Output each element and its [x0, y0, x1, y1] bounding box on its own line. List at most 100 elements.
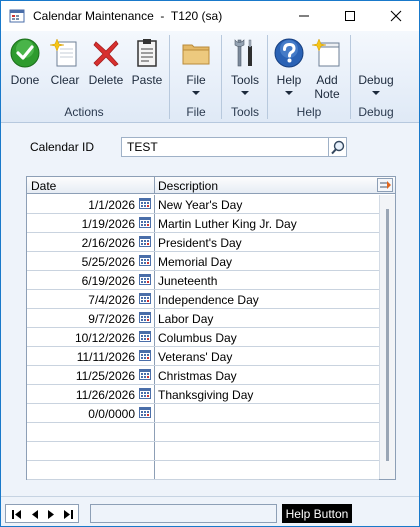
scrollbar-thumb[interactable]	[386, 209, 389, 461]
maximize-button[interactable]	[327, 1, 373, 31]
calendar-picker-icon[interactable]	[139, 198, 151, 209]
date-cell[interactable]	[27, 442, 135, 460]
calendar-picker-icon[interactable]	[139, 407, 151, 418]
table-row[interactable]: 6/19/2026 Juneteenth	[27, 271, 379, 290]
expand-rows-icon[interactable]	[377, 178, 393, 192]
help-menu-button[interactable]: Help	[270, 35, 308, 105]
ribbon-separator	[169, 35, 170, 119]
description-cell[interactable]: Labor Day	[158, 312, 213, 326]
vertical-scrollbar[interactable]	[379, 195, 395, 479]
date-cell[interactable]: 10/12/2026	[27, 328, 135, 346]
minimize-icon	[299, 15, 309, 17]
description-cell[interactable]: Memorial Day	[158, 255, 232, 269]
chevron-down-icon	[241, 91, 249, 95]
delete-label: Delete	[88, 73, 124, 87]
window-title: Calendar Maintenance - T120 (sa)	[33, 9, 223, 23]
column-header-description[interactable]: Description	[158, 179, 218, 193]
table-row[interactable]: 5/25/2026 Memorial Day	[27, 252, 379, 271]
ribbon-separator	[350, 35, 351, 119]
ribbon-separator	[221, 35, 222, 119]
next-record-icon[interactable]	[44, 509, 58, 520]
calendar-picker-icon[interactable]	[139, 236, 151, 247]
chevron-down-icon	[285, 91, 293, 95]
file-menu-button[interactable]: File	[176, 35, 216, 105]
description-cell[interactable]: New Year's Day	[158, 198, 242, 212]
calendar-picker-icon[interactable]	[139, 293, 151, 304]
grid-rows: 1/1/2026 New Year's Day 1/19/2026 Martin Lu…	[27, 195, 379, 480]
table-row[interactable]	[27, 461, 379, 480]
date-cell[interactable]: 9/7/2026	[27, 309, 135, 327]
chevron-down-icon	[372, 91, 380, 95]
date-cell[interactable]: 1/1/2026	[27, 195, 135, 213]
description-cell[interactable]: President's Day	[158, 236, 242, 250]
delete-button[interactable]: Delete	[85, 35, 127, 105]
description-cell[interactable]: Christmas Day	[158, 369, 237, 383]
description-cell[interactable]: Independence Day	[158, 293, 259, 307]
table-row[interactable]: 11/26/2026 Thanksgiving Day	[27, 385, 379, 404]
debug-menu-button[interactable]: Debug	[354, 35, 398, 105]
paste-button[interactable]: Paste	[127, 35, 167, 105]
description-cell[interactable]: Thanksgiving Day	[158, 388, 253, 402]
last-record-icon[interactable]	[61, 509, 75, 520]
add-note-icon	[311, 38, 340, 67]
calendar-picker-icon[interactable]	[139, 274, 151, 285]
calendar-picker-icon[interactable]	[139, 369, 151, 380]
column-header-date[interactable]: Date	[31, 179, 56, 193]
clear-label: Clear	[50, 73, 80, 87]
table-row[interactable]	[27, 442, 379, 461]
check-icon	[10, 38, 40, 68]
date-cell[interactable]: 11/25/2026	[27, 366, 135, 384]
calendar-picker-icon[interactable]	[139, 350, 151, 361]
description-cell[interactable]: Juneteenth	[158, 274, 217, 288]
table-row[interactable]: 11/11/2026 Veterans' Day	[27, 347, 379, 366]
table-row[interactable]: 9/7/2026 Labor Day	[27, 309, 379, 328]
table-row[interactable]: 1/1/2026 New Year's Day	[27, 195, 379, 214]
lookup-button[interactable]	[329, 137, 347, 157]
minimize-button[interactable]	[281, 1, 327, 31]
tools-icon	[234, 39, 252, 67]
calendar-picker-icon[interactable]	[139, 255, 151, 266]
date-cell[interactable]: 11/11/2026	[27, 347, 135, 365]
add-note-button[interactable]: Add Note	[308, 35, 346, 105]
calendar-picker-icon[interactable]	[139, 331, 151, 342]
title-bar[interactable]: Calendar Maintenance - T120 (sa)	[1, 1, 419, 31]
table-row[interactable]: 10/12/2026 Columbus Day	[27, 328, 379, 347]
table-row[interactable]: 11/25/2026 Christmas Day	[27, 366, 379, 385]
description-cell[interactable]: Martin Luther King Jr. Day	[158, 217, 297, 231]
table-row[interactable]: 1/19/2026 Martin Luther King Jr. Day	[27, 214, 379, 233]
column-divider	[154, 271, 155, 289]
date-cell[interactable]: 6/19/2026	[27, 271, 135, 289]
date-cell[interactable]: 7/4/2026	[27, 290, 135, 308]
table-row[interactable]: 2/16/2026 President's Day	[27, 233, 379, 252]
calendar-picker-icon[interactable]	[139, 217, 151, 228]
date-cell[interactable]: 11/26/2026	[27, 385, 135, 403]
calendar-picker-icon[interactable]	[139, 388, 151, 399]
date-cell[interactable]: 1/19/2026	[27, 214, 135, 232]
description-cell[interactable]: Veterans' Day	[158, 350, 232, 364]
done-button[interactable]: Done	[5, 35, 45, 105]
column-divider	[154, 366, 155, 384]
date-cell[interactable]: 5/25/2026	[27, 252, 135, 270]
date-cell[interactable]: 0/0/0000	[27, 404, 135, 422]
date-cell[interactable]	[27, 423, 135, 441]
calendar-picker-icon[interactable]	[139, 312, 151, 323]
file-group-label: File	[186, 105, 206, 119]
calendar-id-input[interactable]: TEST	[121, 137, 329, 157]
description-cell[interactable]: Columbus Day	[158, 331, 237, 345]
first-record-icon[interactable]	[10, 509, 24, 520]
table-row[interactable]: 0/0/0000	[27, 404, 379, 423]
previous-record-icon[interactable]	[28, 509, 42, 520]
calendar-grid[interactable]: Date Description 1/1/2026 New Year's Day 1…	[26, 176, 396, 480]
tools-menu-button[interactable]: Tools	[225, 35, 265, 105]
close-button[interactable]	[373, 1, 419, 31]
help-button[interactable]: Help Button	[282, 504, 352, 523]
clear-button[interactable]: Clear	[45, 35, 85, 105]
date-cell[interactable]: 2/16/2026	[27, 233, 135, 251]
magnifier-icon	[331, 140, 345, 155]
record-navigation	[5, 504, 79, 523]
status-field	[90, 504, 277, 523]
date-cell[interactable]	[27, 461, 135, 479]
table-row[interactable]	[27, 423, 379, 442]
table-row[interactable]: 7/4/2026 Independence Day	[27, 290, 379, 309]
ribbon-group-tools: Tools Tools	[223, 31, 267, 123]
